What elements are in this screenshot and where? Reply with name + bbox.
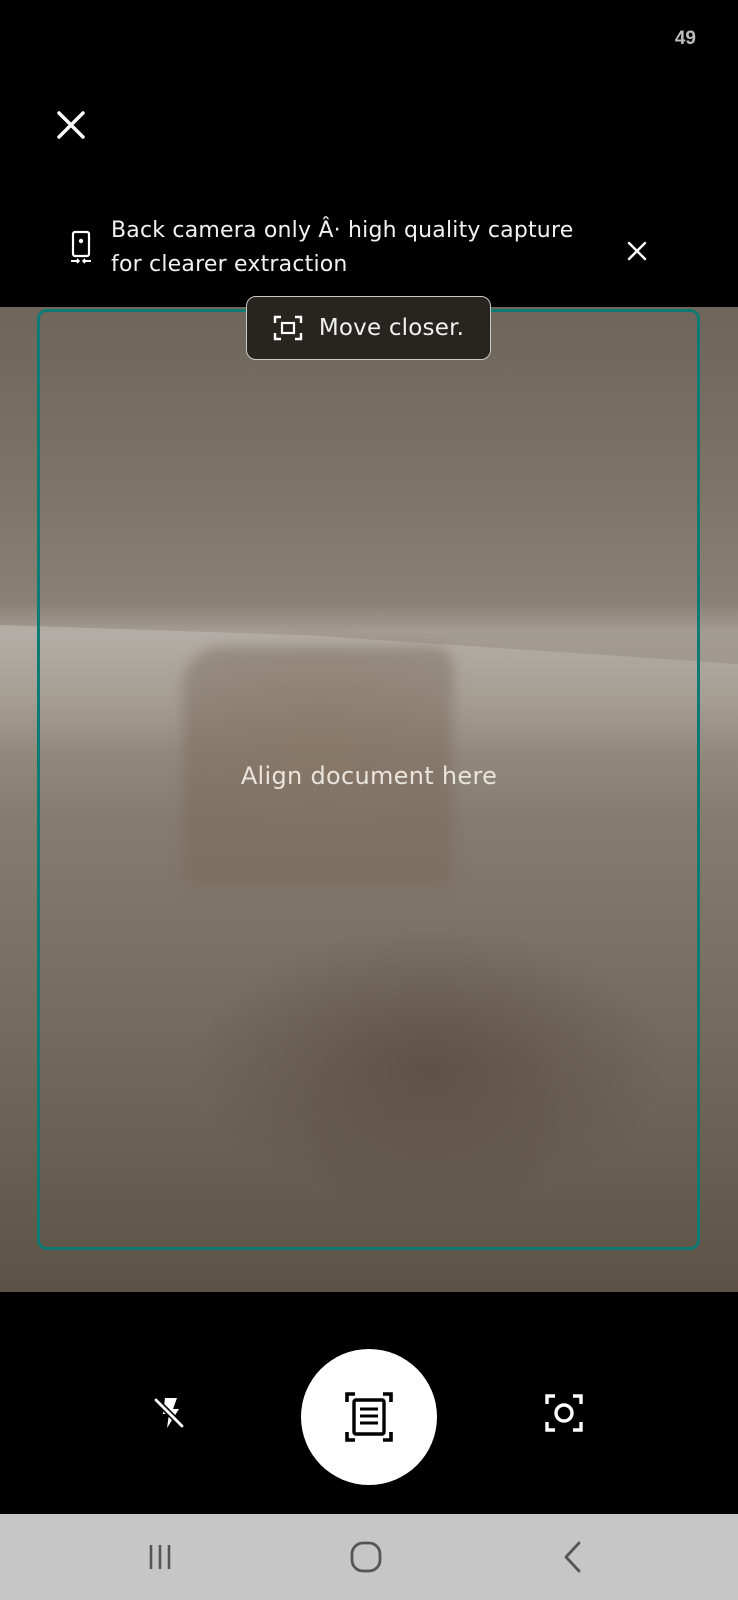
camera-capture-screen: 49 Back camera only Â· high quality capt… [0,0,738,1600]
banner-line-2: for clearer extraction [111,252,348,277]
back-icon [564,1541,581,1573]
close-icon [627,241,647,261]
hint-text: Move closer. [318,315,465,341]
recents-icon [149,1545,171,1569]
move-closer-icon [273,315,303,341]
document-scan-icon [345,1392,393,1442]
camera-controls [0,1292,738,1514]
flash-toggle-button[interactable] [147,1391,191,1435]
phone-back-camera-icon [71,230,91,264]
home-icon [350,1541,382,1573]
back-button[interactable] [551,1534,597,1580]
camera-mode-button[interactable] [542,1391,586,1435]
banner-line-1: Back camera only Â· high quality capture [111,218,574,243]
info-banner: Back camera only Â· high quality capture… [0,206,738,302]
align-document-label: Align document here [240,762,498,790]
camera-focus-icon [545,1394,583,1432]
capture-button[interactable] [301,1349,437,1485]
dismiss-banner-button[interactable] [622,236,652,266]
recents-button[interactable] [137,1534,183,1580]
banner-message: Back camera only Â· high quality capture… [111,214,601,282]
status-bar-time: 49 [674,28,696,49]
close-camera-button[interactable] [50,104,92,146]
system-navigation-bar [0,1514,738,1600]
flash-off-icon [153,1397,185,1429]
move-closer-hint: Move closer. [246,296,491,360]
close-icon [57,111,85,139]
home-button[interactable] [343,1534,389,1580]
